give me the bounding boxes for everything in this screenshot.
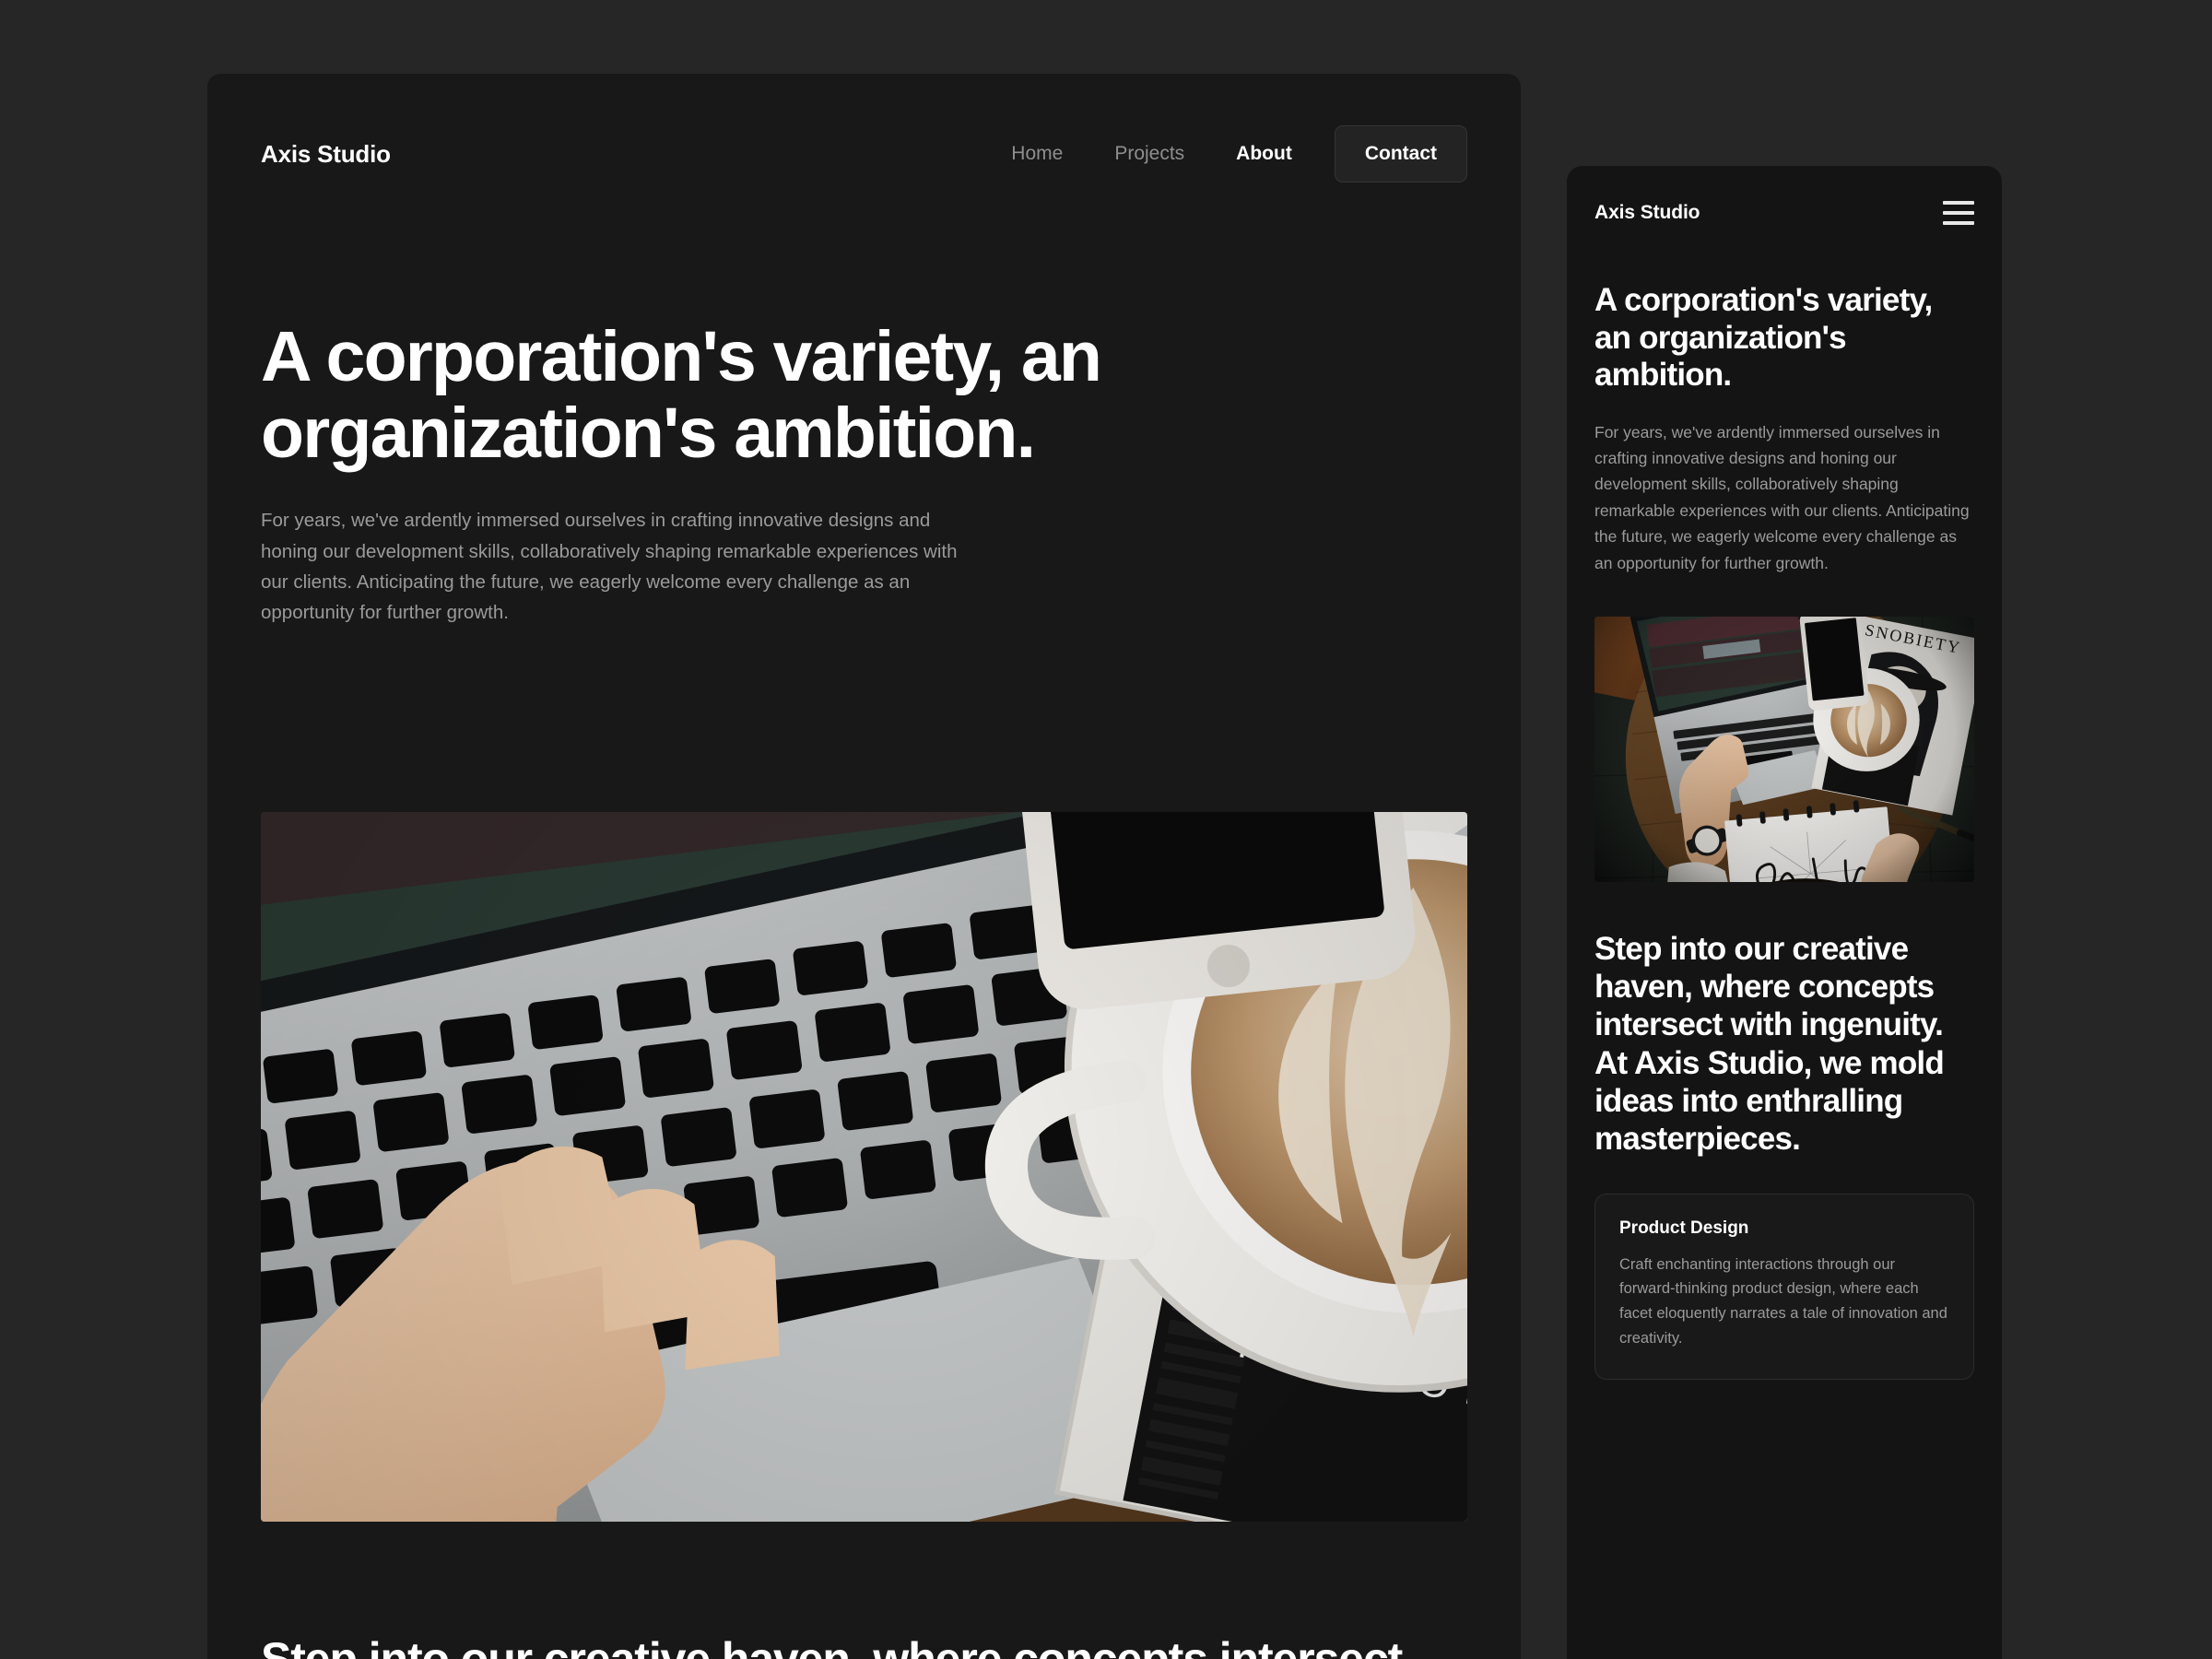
service-card-body: Craft enchanting interactions through ou… (1619, 1255, 1947, 1347)
desktop-hero-image: SNOBIETY YOHJI YAMAMOTO (261, 812, 1467, 1523)
workspace-photo-svg-mobile: SNOBIETY (1594, 616, 1974, 882)
service-card-product-design[interactable]: Product Design Craft enchanting interact… (1594, 1193, 1974, 1380)
desktop-logo[interactable]: Axis Studio (261, 140, 391, 169)
mobile-hero-image: SNOBIETY (1594, 616, 1974, 882)
mobile-header: Axis Studio (1567, 166, 2002, 225)
nav-item-home[interactable]: Home (985, 143, 1088, 165)
nav-item-about[interactable]: About (1210, 143, 1318, 165)
desktop-nav: Home Projects About Contact (985, 125, 1467, 182)
workspace-photograph-mobile: SNOBIETY (1594, 616, 1974, 882)
hamburger-bar-bottom (1943, 221, 1974, 225)
mobile-hero: A corporation's variety, an organization… (1567, 225, 2002, 576)
mobile-viewport-panel: Axis Studio A corporation's variety, an … (1567, 166, 2002, 1659)
mobile-section-title: Step into our creative haven, where conc… (1594, 930, 1945, 1158)
contact-button[interactable]: Contact (1334, 125, 1467, 182)
hamburger-bar-middle (1943, 211, 1974, 215)
desktop-section-title: Step into our creative haven, where conc… (207, 1522, 1521, 1659)
desktop-hero-title: A corporation's variety, an organization… (261, 317, 1102, 474)
screenshot-stage: Axis Studio Home Projects About Contact … (0, 0, 2212, 1659)
mobile-hero-paragraph: For years, we've ardently immersed ourse… (1594, 422, 1970, 572)
mobile-hero-title: A corporation's variety, an organization… (1594, 282, 1933, 394)
workspace-photograph: SNOBIETY YOHJI YAMAMOTO (261, 812, 1467, 1523)
desktop-header: Axis Studio Home Projects About Contact (207, 74, 1521, 182)
mobile-logo[interactable]: Axis Studio (1594, 202, 1700, 224)
hamburger-menu-icon[interactable] (1943, 201, 1974, 225)
desktop-viewport-panel: Axis Studio Home Projects About Contact … (207, 74, 1521, 1659)
service-card-title: Product Design (1619, 1218, 1749, 1238)
desktop-hero: A corporation's variety, an organization… (207, 182, 1521, 628)
workspace-photo-svg: SNOBIETY YOHJI YAMAMOTO (261, 812, 1467, 1523)
hamburger-bar-top (1943, 201, 1974, 205)
nav-item-projects[interactable]: Projects (1088, 143, 1210, 165)
desktop-hero-paragraph: For years, we've ardently immersed ourse… (261, 510, 958, 623)
